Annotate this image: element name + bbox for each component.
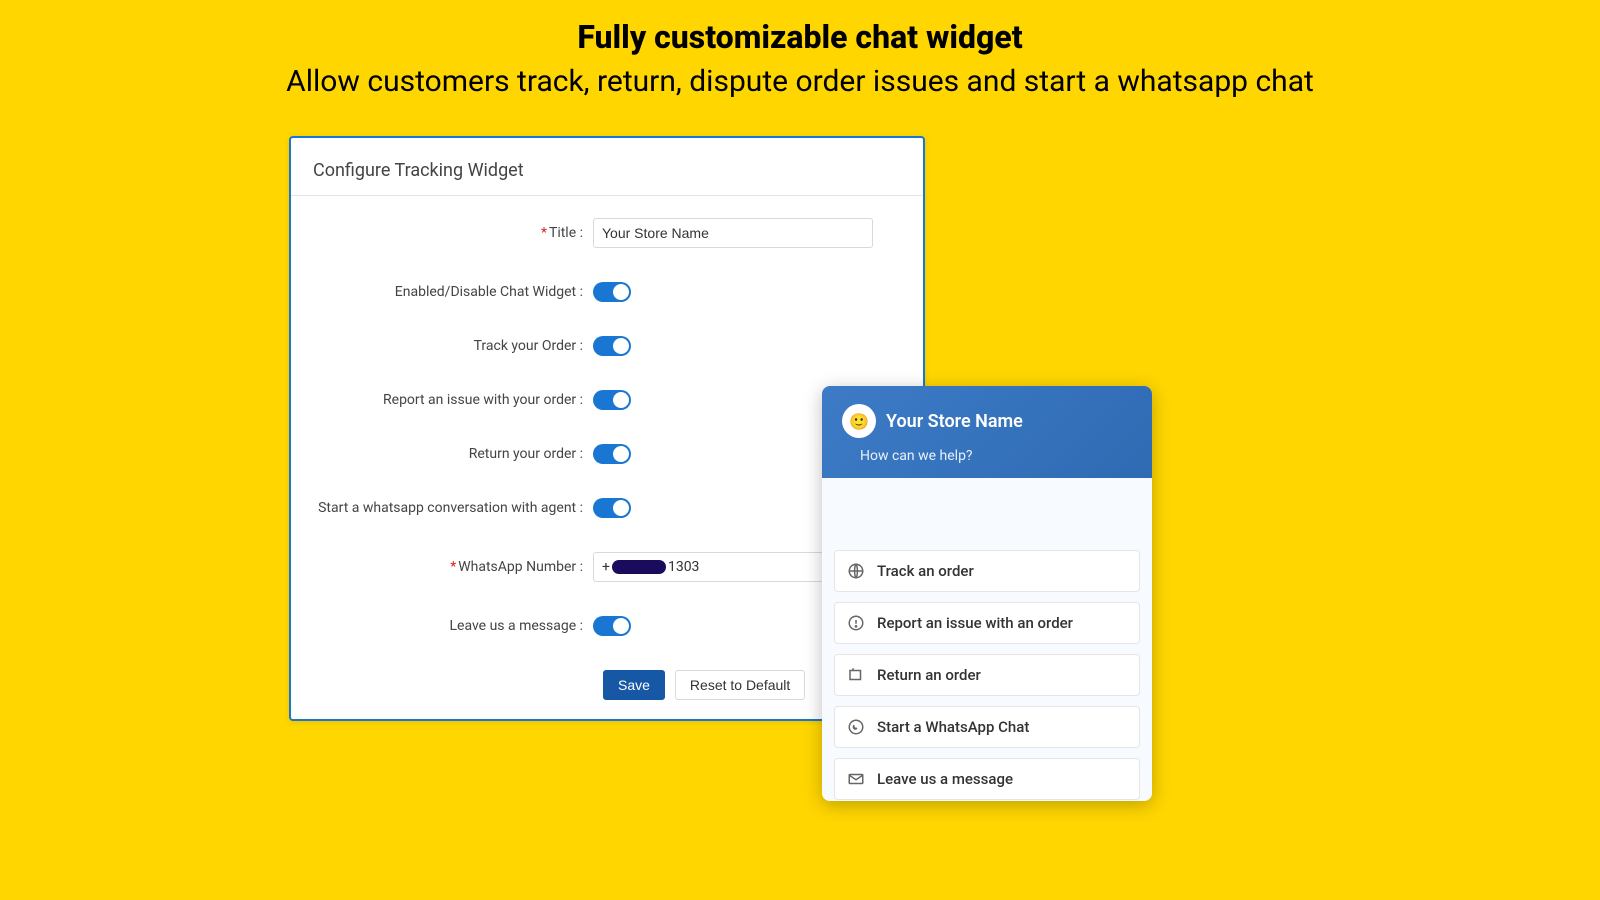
- chat-option-label: Report an issue with an order: [877, 614, 1073, 632]
- required-mark: *: [450, 559, 456, 575]
- reset-button[interactable]: Reset to Default: [675, 670, 805, 700]
- chat-body: Track an order Report an issue with an o…: [822, 478, 1152, 801]
- label-wa-number: *WhatsApp Number :: [313, 559, 593, 575]
- row-enable: Enabled/Disable Chat Widget :: [313, 282, 899, 302]
- label-enable: Enabled/Disable Chat Widget :: [313, 284, 593, 300]
- chat-option-report[interactable]: Report an issue with an order: [834, 602, 1140, 644]
- row-whatsapp: Start a whatsapp conversation with agent…: [313, 498, 899, 518]
- label-whatsapp: Start a whatsapp conversation with agent…: [313, 500, 593, 516]
- toggle-enable-widget[interactable]: [593, 282, 631, 302]
- toggle-leave-message[interactable]: [593, 616, 631, 636]
- chat-option-message[interactable]: Leave us a message: [834, 758, 1140, 800]
- toggle-return-order[interactable]: [593, 444, 631, 464]
- toggle-whatsapp-chat[interactable]: [593, 498, 631, 518]
- whatsapp-icon: [847, 718, 865, 736]
- toggle-track-order[interactable]: [593, 336, 631, 356]
- panel-title: Configure Tracking Widget: [313, 160, 899, 181]
- page-headline: Fully customizable chat widget: [0, 0, 1600, 56]
- return-icon: [847, 666, 865, 684]
- title-input[interactable]: [593, 218, 873, 248]
- toggle-report-issue[interactable]: [593, 390, 631, 410]
- row-leave-msg: Leave us a message :: [313, 616, 899, 636]
- label-track: Track your Order :: [313, 338, 593, 354]
- row-return: Return your order :: [313, 444, 899, 464]
- row-track: Track your Order :: [313, 336, 899, 356]
- save-button[interactable]: Save: [603, 670, 665, 700]
- alert-icon: [847, 614, 865, 632]
- page-subline: Allow customers track, return, dispute o…: [0, 56, 1600, 99]
- globe-icon: [847, 562, 865, 580]
- avatar: 🙂: [842, 404, 876, 438]
- label-return: Return your order :: [313, 446, 593, 462]
- redacted-number: [612, 560, 666, 574]
- row-title: *Title :: [313, 218, 899, 248]
- chat-widget-preview: 🙂 Your Store Name How can we help? Track…: [822, 386, 1152, 801]
- chat-option-label: Return an order: [877, 666, 981, 684]
- chat-option-return[interactable]: Return an order: [834, 654, 1140, 696]
- label-report: Report an issue with your order :: [313, 392, 593, 408]
- mail-icon: [847, 770, 865, 788]
- chat-help-text: How can we help?: [860, 448, 1132, 464]
- label-title: *Title :: [313, 225, 593, 241]
- chat-option-label: Track an order: [877, 562, 974, 580]
- row-wa-number: *WhatsApp Number : +1303: [313, 552, 899, 582]
- chat-option-label: Leave us a message: [877, 770, 1013, 788]
- row-report: Report an issue with your order :: [313, 390, 899, 410]
- label-leave-msg: Leave us a message :: [313, 618, 593, 634]
- required-mark: *: [541, 225, 547, 241]
- chat-option-whatsapp[interactable]: Start a WhatsApp Chat: [834, 706, 1140, 748]
- chat-header: 🙂 Your Store Name How can we help?: [822, 386, 1152, 478]
- chat-option-track[interactable]: Track an order: [834, 550, 1140, 592]
- chat-option-label: Start a WhatsApp Chat: [877, 718, 1029, 736]
- config-form: *Title : Enabled/Disable Chat Widget : T…: [313, 196, 899, 700]
- button-row: Save Reset to Default: [313, 670, 899, 700]
- chat-store-name: Your Store Name: [886, 411, 1023, 432]
